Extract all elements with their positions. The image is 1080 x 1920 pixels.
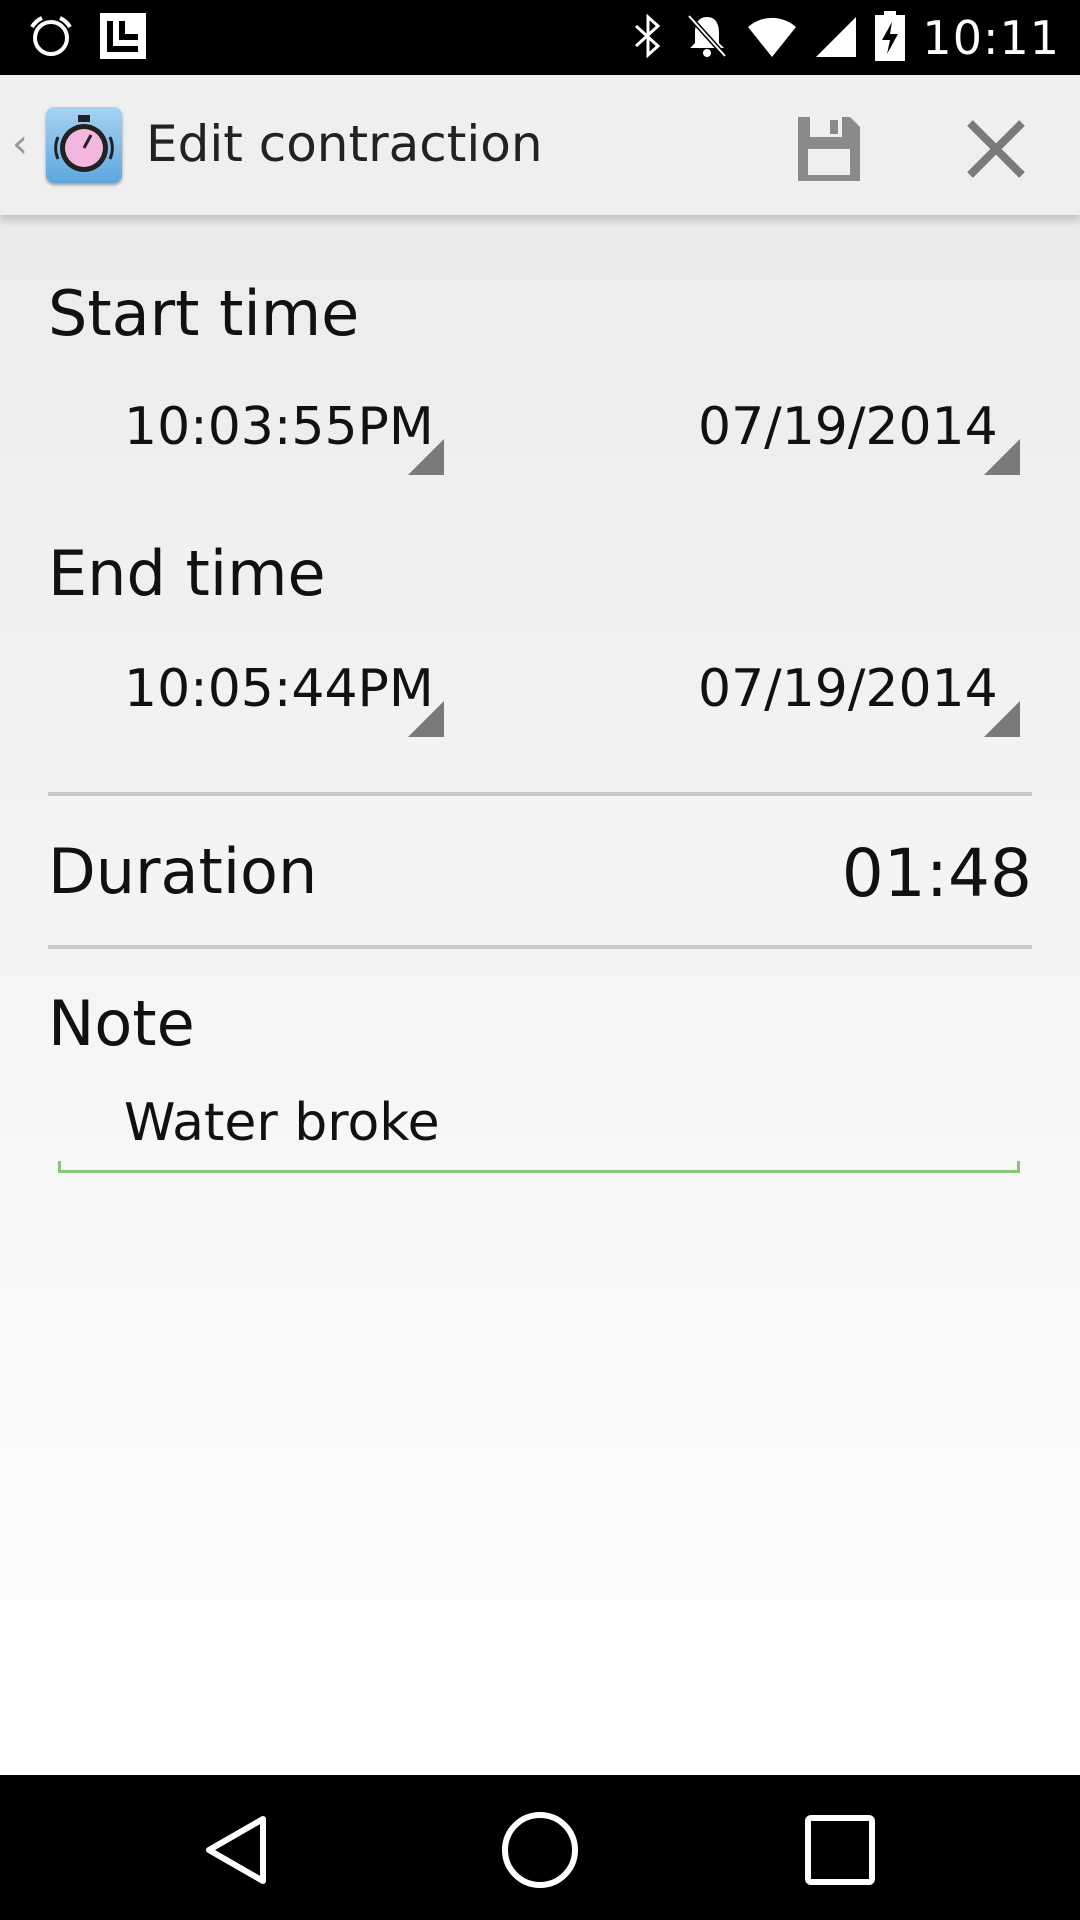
notifications-off-icon: [684, 11, 730, 65]
home-button[interactable]: [495, 1805, 585, 1895]
close-button[interactable]: [958, 111, 1034, 187]
stopwatch-app-icon[interactable]: [46, 107, 122, 183]
edit-form: Start time 10:03:55PM 07/19/2014 End tim…: [0, 215, 1080, 1775]
dropdown-corner-icon: [408, 439, 444, 475]
divider: [48, 945, 1032, 949]
note-input[interactable]: Water broke: [58, 1073, 1020, 1173]
end-time-value: 10:05:44PM: [124, 659, 434, 719]
end-date-spinner[interactable]: 07/19/2014: [600, 647, 1020, 737]
battery-charging-icon: [874, 10, 906, 66]
back-button[interactable]: [193, 1805, 283, 1895]
status-time: 10:11: [922, 11, 1060, 65]
dropdown-corner-icon: [408, 701, 444, 737]
start-date-spinner[interactable]: 07/19/2014: [600, 385, 1020, 475]
duration-value: 01:48: [841, 835, 1032, 912]
recents-icon: [805, 1815, 875, 1885]
end-time-spinner[interactable]: 10:05:44PM: [48, 647, 444, 737]
note-value: Water broke: [124, 1093, 440, 1153]
recents-button[interactable]: [795, 1805, 885, 1895]
duration-label: Duration: [48, 835, 318, 908]
bluetooth-icon: [628, 11, 668, 65]
page-title: Edit contraction: [146, 115, 543, 173]
status-bar: 10:11: [0, 0, 1080, 75]
navigation-bar: [0, 1775, 1080, 1920]
note-underline-tick: [1017, 1161, 1020, 1173]
dropdown-corner-icon: [984, 701, 1020, 737]
end-date-value: 07/19/2014: [698, 659, 998, 719]
alarm-icon: [26, 11, 76, 65]
close-icon: [967, 120, 1025, 178]
home-icon: [502, 1812, 578, 1888]
save-icon: [798, 117, 860, 181]
divider: [48, 792, 1032, 796]
note-underline-tick: [58, 1161, 61, 1173]
back-icon: [206, 1816, 266, 1884]
action-bar: ‹ Edit contraction: [0, 75, 1080, 215]
dropdown-corner-icon: [984, 439, 1020, 475]
note-underline: [58, 1170, 1020, 1173]
start-time-value: 10:03:55PM: [124, 397, 434, 457]
up-caret-icon[interactable]: ‹: [12, 121, 28, 167]
signal-icon: [814, 11, 858, 65]
wifi-icon: [746, 11, 798, 65]
save-button[interactable]: [790, 111, 866, 187]
start-date-value: 07/19/2014: [698, 397, 998, 457]
note-label: Note: [48, 987, 195, 1060]
launcher-l-icon: [98, 11, 148, 65]
start-time-label: Start time: [48, 277, 360, 350]
end-time-label: End time: [48, 537, 326, 610]
start-time-spinner[interactable]: 10:03:55PM: [48, 385, 444, 475]
